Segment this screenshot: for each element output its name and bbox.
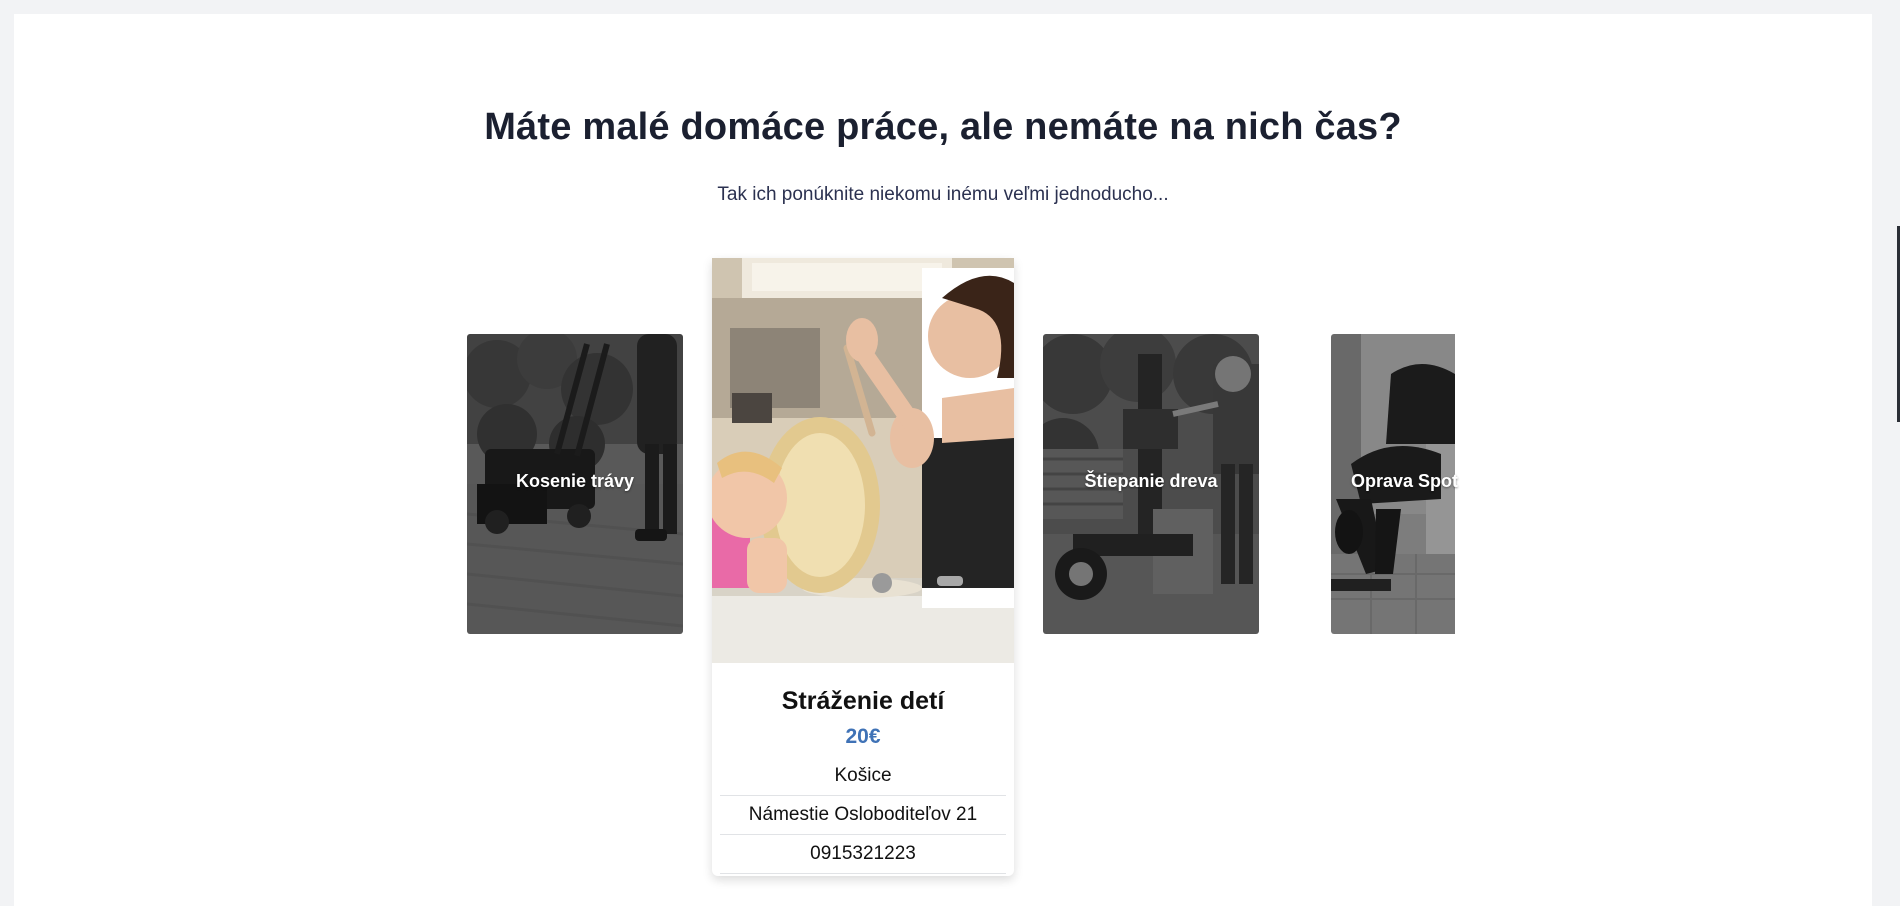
babysitting-photo <box>712 258 1014 663</box>
babysitting-details: Stráženie detí 20€ Košice Námestie Oslob… <box>712 663 1014 876</box>
service-card-appliance-repair[interactable]: Oprava Spot <box>1331 334 1547 634</box>
card-label-appliance-repair: Oprava Spot <box>1351 471 1459 491</box>
card-label-lawn-mowing: Kosenie trávy <box>515 471 635 491</box>
service-address: Námestie Osloboditeľov 21 <box>720 796 1006 835</box>
card-label-wood-splitting: Štiepanie dreva <box>1084 471 1218 491</box>
service-title: Stráženie detí <box>781 687 945 715</box>
service-price: 20€ <box>845 725 881 748</box>
page-title: Máte malé domáce práce, ale nemáte na ni… <box>484 106 1402 148</box>
service-phone: 0915321223 <box>720 835 1006 874</box>
service-city: Košice <box>720 757 1006 796</box>
page-subtitle: Tak ich ponúknite niekomu inému veľmi je… <box>717 184 1169 205</box>
service-card-babysitting[interactable]: Stráženie detí 20€ Košice Námestie Oslob… <box>712 258 1014 876</box>
service-card-lawn-mowing[interactable]: Kosenie trávy <box>467 334 683 634</box>
service-card-wood-splitting[interactable]: Štiepanie dreva <box>1043 334 1259 634</box>
